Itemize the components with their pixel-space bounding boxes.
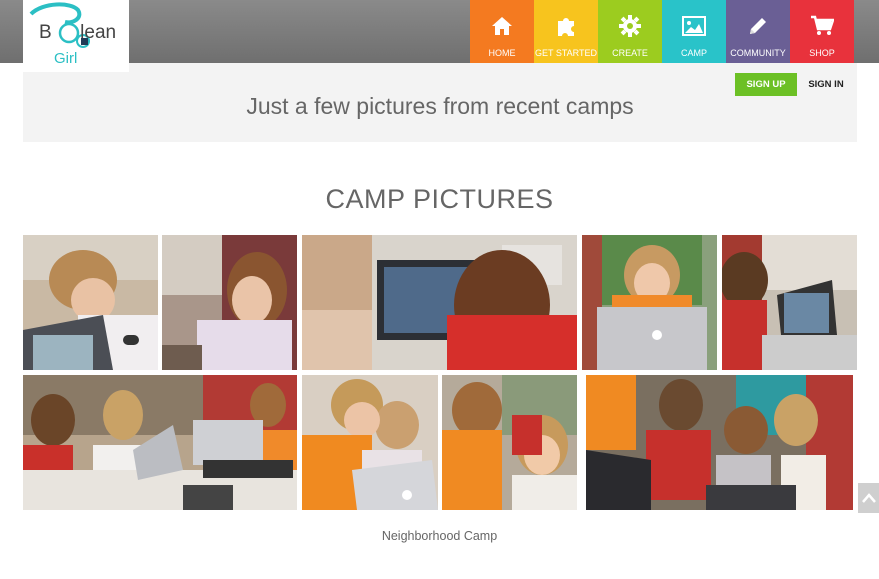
girl-with-laptop-photo[interactable]: [23, 235, 158, 370]
gear-icon: [619, 15, 641, 37]
nav-camp-label: CAMP: [680, 48, 707, 58]
nav-get-started-label: GET STARTED: [534, 48, 597, 58]
nav-home-label: HOME: [488, 48, 516, 58]
sign-in-link[interactable]: SIGN IN: [800, 73, 852, 96]
puzzle-icon: [558, 18, 574, 36]
site-logo[interactable]: B lean Girl: [23, 0, 129, 72]
logo-text-main: B lean: [39, 22, 117, 43]
two-girls-laptop-photo[interactable]: [302, 375, 438, 510]
nav-camp[interactable]: CAMP: [662, 0, 726, 63]
nav-community-label: COMMUNITY: [730, 48, 786, 58]
scroll-to-top-button[interactable]: [858, 483, 879, 513]
cart-icon: [811, 15, 834, 35]
section-title: CAMP PICTURES: [325, 184, 554, 214]
nav-community[interactable]: COMMUNITY: [726, 0, 790, 63]
nav-create[interactable]: CREATE: [598, 0, 662, 63]
nav-shop-label: SHOP: [809, 48, 835, 58]
main-nav: HOME GET STARTED CREATE CAMP COMMUNITY S…: [470, 0, 854, 63]
nav-create-label: CREATE: [612, 48, 648, 58]
girls-group-laptop-photo[interactable]: [586, 375, 853, 510]
girl-with-macbook-photo[interactable]: [582, 235, 717, 370]
banner-headline: Just a few pictures from recent camps: [246, 93, 634, 119]
image-icon: [682, 16, 706, 36]
girl-typing-photo[interactable]: [722, 235, 857, 370]
gallery-caption: Neighborhood Camp: [381, 529, 498, 543]
page-banner: Just a few pictures from recent camps: [23, 63, 857, 142]
girl-at-computer-photo[interactable]: [302, 235, 577, 370]
nav-shop[interactable]: SHOP: [790, 0, 854, 63]
girls-smiling-photo[interactable]: [442, 375, 577, 510]
pencil-icon: [750, 18, 766, 34]
nav-get-started[interactable]: GET STARTED: [534, 0, 598, 63]
logo-text-sub: Girl: [54, 50, 78, 67]
girls-at-table-photo[interactable]: [23, 375, 297, 510]
nav-home[interactable]: HOME: [470, 0, 534, 63]
home-icon: [492, 17, 512, 35]
girl-thinking-photo[interactable]: [162, 235, 297, 370]
sign-up-button[interactable]: SIGN UP: [735, 73, 797, 96]
chevron-up-icon: [861, 493, 876, 503]
